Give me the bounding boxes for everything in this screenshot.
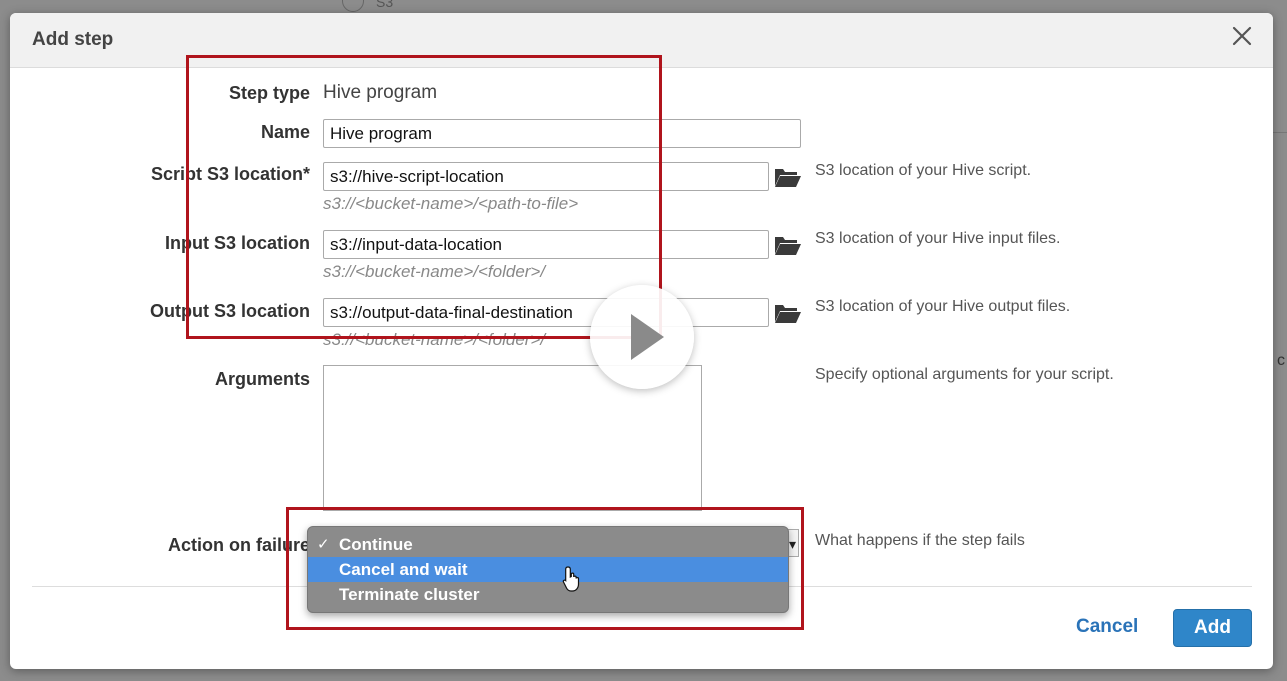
- menu-item-label: Terminate cluster: [339, 585, 480, 604]
- arguments-label: Arguments: [214, 369, 310, 389]
- input-location-help: S3 location of your Hive input files.: [815, 230, 1061, 247]
- script-location-help: S3 location of your Hive script.: [815, 162, 1032, 179]
- hand-pointer-icon: [562, 566, 580, 592]
- action-on-failure-menu: ✓ Continue Cancel and wait Terminate clu…: [307, 526, 789, 613]
- arguments-help: Specify optional arguments for your scri…: [815, 366, 1114, 383]
- cancel-button[interactable]: Cancel: [1076, 616, 1138, 638]
- input-location-hint: s3://<bucket-name>/<folder>/: [323, 262, 546, 281]
- menu-item-terminate-cluster[interactable]: Terminate cluster: [308, 582, 788, 607]
- menu-item-continue[interactable]: ✓ Continue: [308, 532, 788, 557]
- output-location-help: S3 location of your Hive output files.: [815, 298, 1071, 315]
- menu-item-cancel-and-wait[interactable]: Cancel and wait: [308, 557, 788, 582]
- background-radio-icon: [342, 0, 364, 12]
- output-folder-icon[interactable]: [774, 302, 802, 324]
- play-button[interactable]: [590, 285, 694, 389]
- background-s3-text: S3: [376, 0, 394, 10]
- name-input[interactable]: Hive program: [323, 119, 801, 148]
- dialog-title: Add step: [32, 29, 114, 50]
- add-button[interactable]: Add: [1173, 609, 1252, 647]
- menu-item-label: Continue: [339, 535, 413, 554]
- step-type-value: Hive program: [323, 82, 438, 103]
- script-location-input[interactable]: s3://hive-script-location: [323, 162, 769, 191]
- background-breadcrumb: S3: [340, 0, 460, 14]
- dialog-header: Add step: [10, 13, 1273, 68]
- output-location-hint: s3://<bucket-name>/<folder>/: [323, 330, 546, 349]
- script-location-hint: s3://<bucket-name>/<path-to-file>: [323, 194, 579, 213]
- script-location-label: Script S3 location*: [150, 164, 310, 184]
- background-divider: [1273, 132, 1287, 133]
- name-label: Name: [260, 122, 310, 142]
- checkmark-icon: ✓: [317, 536, 330, 553]
- input-folder-icon[interactable]: [774, 234, 802, 256]
- chevron-down-icon: ▾: [788, 536, 796, 552]
- output-location-input[interactable]: s3://output-data-final-destination: [323, 298, 769, 327]
- action-on-failure-label: Action on failure: [167, 535, 310, 555]
- play-icon: [631, 314, 664, 360]
- close-icon[interactable]: [1229, 23, 1255, 49]
- action-on-failure-help: What happens if the step fails: [815, 532, 1025, 549]
- background-fragment: c: [1277, 352, 1285, 369]
- input-location-label: Input S3 location: [164, 233, 310, 253]
- input-location-input[interactable]: s3://input-data-location: [323, 230, 769, 259]
- menu-item-label: Cancel and wait: [339, 560, 468, 579]
- script-folder-icon[interactable]: [774, 166, 802, 188]
- step-type-label: Step type: [228, 83, 310, 103]
- output-location-label: Output S3 location: [150, 301, 310, 321]
